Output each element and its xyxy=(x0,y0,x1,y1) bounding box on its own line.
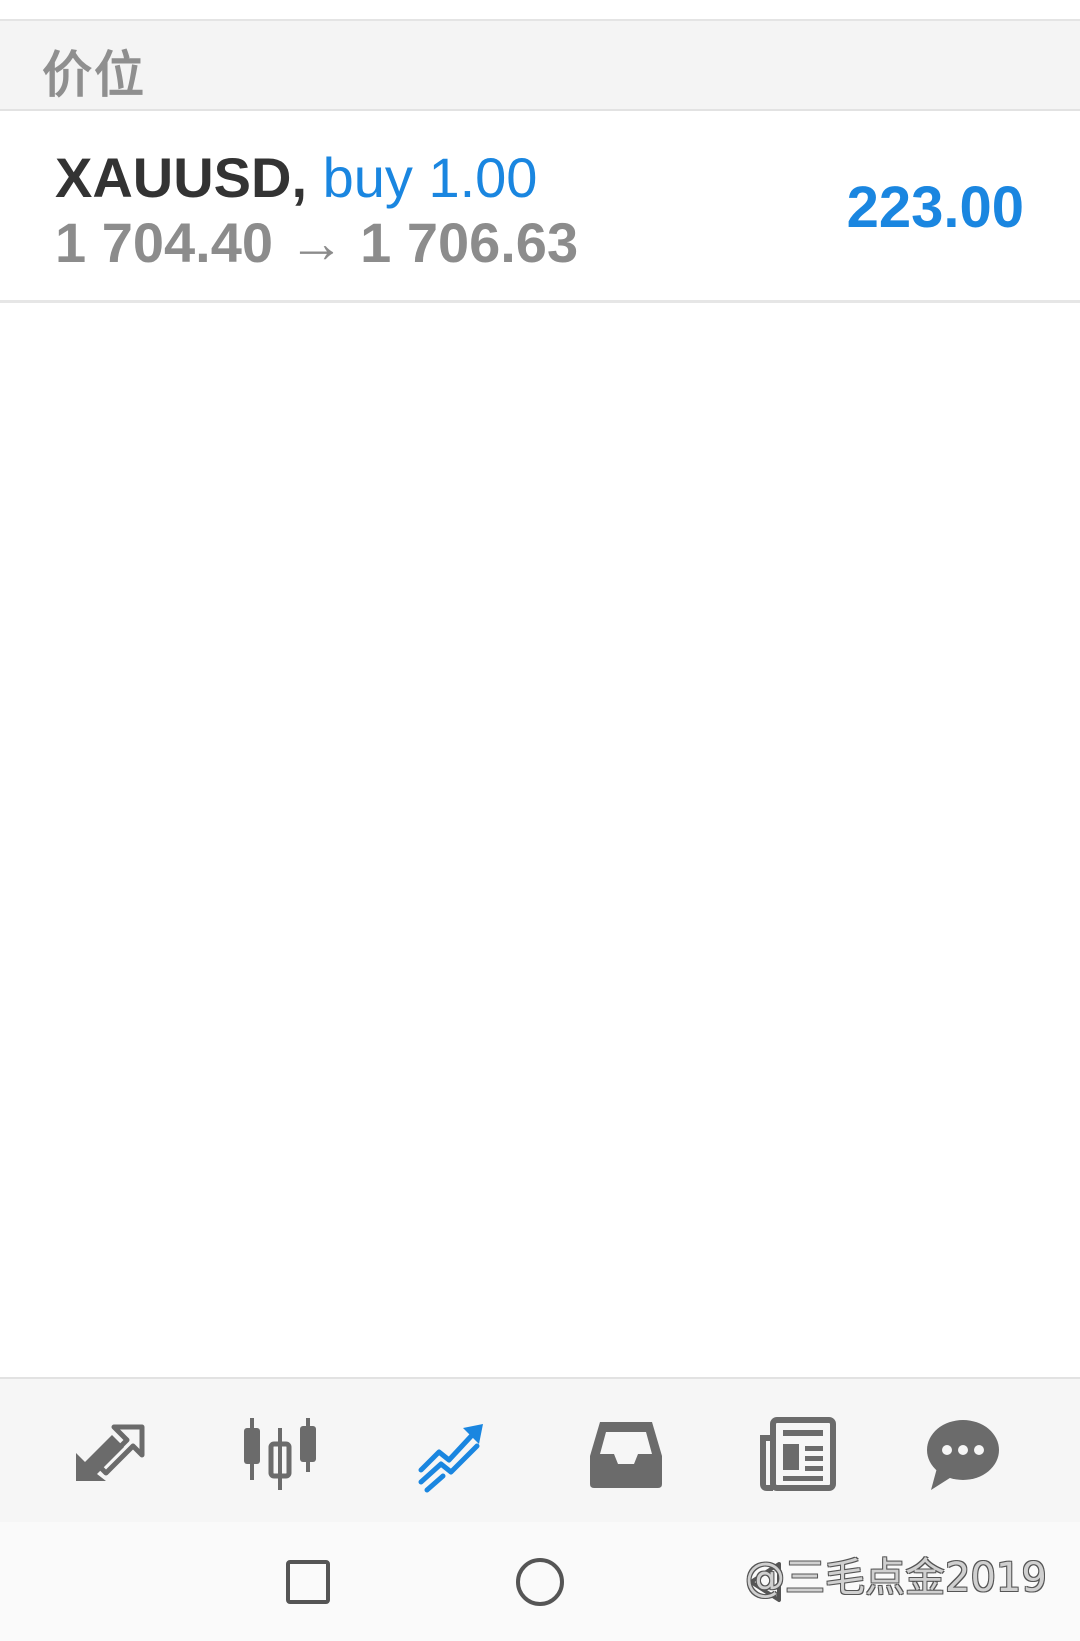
square-icon xyxy=(286,1560,330,1604)
home-button[interactable] xyxy=(510,1552,570,1612)
quotes-icon xyxy=(76,1424,145,1481)
price-arrow: → xyxy=(288,211,345,274)
trade-icon xyxy=(418,1424,483,1493)
position-prices: 1 704.40 → 1 706.63 xyxy=(55,210,578,275)
position-side-volume: buy 1.00 xyxy=(322,146,538,209)
nav-chart[interactable] xyxy=(235,1409,325,1499)
nav-chat[interactable] xyxy=(918,1409,1008,1499)
chart-icon xyxy=(244,1418,316,1490)
position-symbol: XAUUSD, xyxy=(55,146,308,209)
section-title: 价位 xyxy=(42,47,146,103)
bottom-navigation xyxy=(0,1377,1080,1522)
history-icon xyxy=(590,1422,662,1488)
nav-history[interactable] xyxy=(581,1409,671,1499)
status-bar-remnant xyxy=(0,0,1080,21)
position-profit: 223.00 xyxy=(846,175,1024,240)
section-header: 价位 xyxy=(0,21,1080,111)
circle-icon xyxy=(516,1558,564,1606)
nav-quotes[interactable] xyxy=(65,1409,155,1499)
nav-trade[interactable] xyxy=(408,1409,498,1499)
nav-news[interactable] xyxy=(752,1409,842,1499)
chat-icon xyxy=(927,1420,999,1490)
news-icon xyxy=(760,1417,836,1491)
watermark: @三毛点金2019 xyxy=(745,1555,1047,1601)
recents-button[interactable] xyxy=(278,1552,338,1612)
open-price: 1 704.40 xyxy=(55,211,273,274)
position-title: XAUUSD, buy 1.00 xyxy=(55,145,537,210)
current-price: 1 706.63 xyxy=(360,211,579,274)
position-row[interactable]: XAUUSD, buy 1.00 1 704.40 → 1 706.63 223… xyxy=(0,111,1080,303)
